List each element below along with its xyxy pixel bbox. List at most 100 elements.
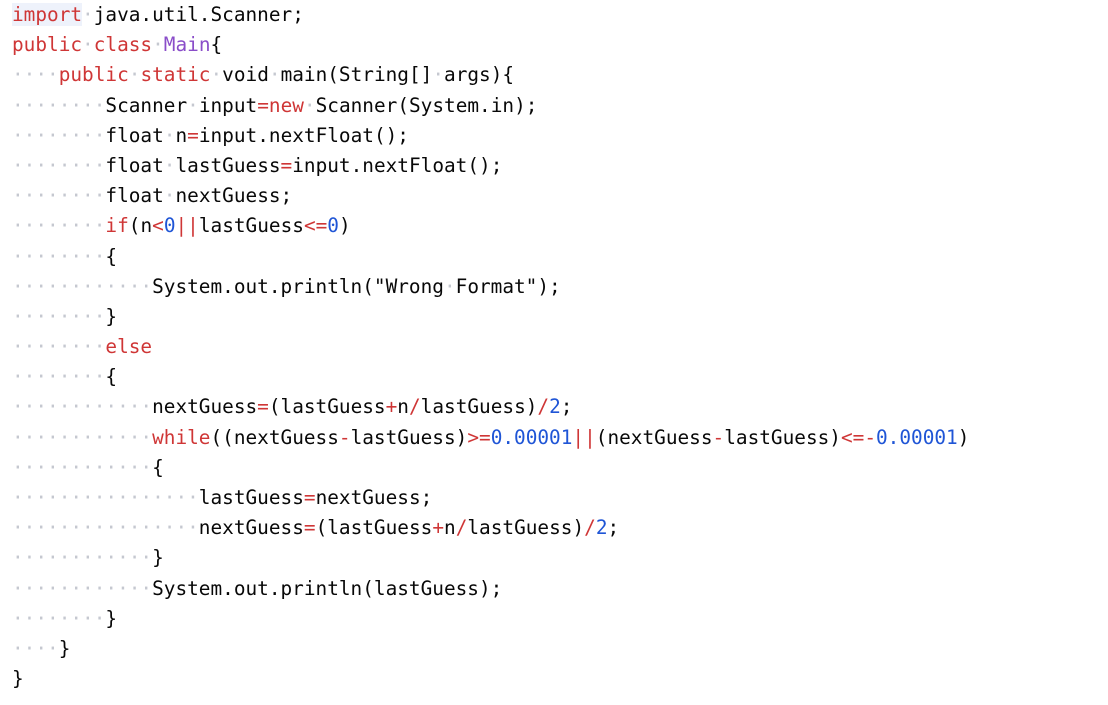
code-token: =: [280, 153, 293, 177]
code-token: System.out.println(lastGuess);: [152, 576, 503, 600]
code-token: {: [210, 33, 223, 57]
code-line[interactable]: ············}: [12, 543, 969, 573]
code-line[interactable]: ········float·nextGuess;: [12, 181, 969, 211]
code-line[interactable]: ········float·lastGuess=input.nextFloat(…: [12, 151, 969, 181]
code-token: ·: [152, 33, 164, 57]
code-token: (lastGuess: [268, 395, 386, 419]
code-token: /: [455, 516, 468, 540]
code-token: float: [105, 184, 164, 208]
code-token: }: [152, 546, 164, 570]
indent-marker: ············: [12, 395, 153, 419]
code-token: }: [12, 667, 24, 691]
code-token: ·: [163, 123, 176, 147]
code-token: input.nextFloat();: [292, 153, 503, 177]
code-token: ·: [210, 63, 223, 87]
indent-marker: ········: [12, 335, 106, 359]
code-token: java.util.Scanner;: [93, 3, 304, 26]
code-token: ||: [572, 425, 596, 449]
code-token: n: [175, 123, 188, 147]
code-line[interactable]: ············System.out.println("Wrong·Fo…: [12, 272, 969, 302]
code-token: (n: [128, 214, 153, 238]
code-line[interactable]: ········{: [12, 362, 969, 392]
code-token: +: [385, 395, 398, 419]
code-token: 0: [163, 214, 176, 238]
code-token: <=-: [840, 425, 876, 449]
code-token: }: [58, 636, 71, 660]
code-token: lastGuess: [175, 153, 281, 177]
indent-marker: ········: [12, 214, 106, 238]
code-token: }: [105, 606, 118, 630]
code-token: (nextGuess: [595, 425, 713, 449]
code-token: /: [537, 395, 550, 419]
code-token: ;: [560, 395, 573, 419]
code-line[interactable]: ········}: [12, 302, 969, 332]
code-token: new: [268, 93, 304, 117]
indent-marker: ····: [12, 63, 59, 87]
code-token: ;: [607, 516, 620, 540]
code-token: =: [257, 395, 269, 419]
code-token: Format");: [455, 274, 561, 298]
code-line[interactable]: ········Scanner·input=new·Scanner(System…: [12, 91, 969, 121]
code-token: if: [105, 214, 129, 238]
code-line[interactable]: ········else: [12, 332, 969, 362]
code-line[interactable]: ············while((nextGuess-lastGuess)>…: [12, 423, 969, 453]
code-token: nextGuess: [152, 395, 258, 419]
indent-marker: ············: [12, 425, 153, 449]
code-line[interactable]: ············{: [12, 453, 969, 483]
code-token: ·: [443, 274, 456, 298]
code-token: {: [105, 365, 118, 389]
code-token: (lastGuess: [315, 516, 433, 540]
code-token: }: [105, 304, 118, 328]
code-line[interactable]: import·java.util.Scanner;: [12, 0, 969, 30]
code-token: =: [303, 516, 316, 540]
indent-marker: ········: [12, 123, 106, 147]
code-line[interactable]: ········float·n=input.nextFloat();: [12, 121, 969, 151]
indent-marker: ············: [12, 546, 153, 570]
code-token: Main: [163, 33, 211, 57]
code-line[interactable]: ············nextGuess=(lastGuess+n/lastG…: [12, 392, 969, 422]
code-token: ·: [82, 33, 94, 57]
code-token: ·: [163, 153, 176, 177]
code-line[interactable]: ········if(n<0||lastGuess<=0): [12, 211, 969, 241]
code-token: {: [105, 244, 118, 268]
code-line[interactable]: ············System.out.println(lastGuess…: [12, 574, 969, 604]
code-token: nextGuess;: [175, 184, 293, 208]
code-editor[interactable]: import·java.util.Scanner; public·class·Ma…: [0, 0, 1108, 705]
code-token: =: [303, 486, 316, 509]
code-token: lastGuess: [198, 214, 304, 238]
code-token: nextGuess;: [315, 486, 433, 509]
code-token: ·: [82, 3, 94, 26]
code-token: lastGuess): [467, 516, 585, 540]
code-line[interactable]: ········{: [12, 242, 969, 272]
code-token: 2: [595, 516, 608, 540]
code-line[interactable]: }: [12, 664, 969, 694]
code-line[interactable]: ········}: [12, 604, 969, 634]
indent-marker: ············: [12, 274, 153, 298]
indent-marker: ········: [12, 153, 106, 177]
code-token: input.nextFloat();: [198, 123, 409, 147]
code-token: ·: [268, 63, 281, 87]
code-token: 2: [549, 395, 561, 419]
indent-marker: ········: [12, 365, 106, 389]
code-token: 0.00001: [490, 425, 573, 449]
code-token: void: [222, 63, 269, 87]
code-token: -: [338, 425, 351, 449]
code-token: lastGuess: [198, 486, 304, 509]
code-token: >=: [467, 425, 491, 449]
code-token: ((nextGuess: [210, 425, 339, 449]
indent-marker: ········: [12, 606, 106, 630]
code-token: /: [408, 395, 421, 419]
indent-marker: ············: [12, 576, 153, 600]
code-line[interactable]: ················nextGuess=(lastGuess+n/l…: [12, 513, 969, 543]
code-token: float: [105, 153, 164, 177]
code-line[interactable]: ················lastGuess=nextGuess;: [12, 483, 969, 513]
code-token: 0.00001: [876, 425, 958, 449]
code-area[interactable]: import·java.util.Scanner; public·class·Ma…: [12, 0, 969, 694]
code-token: ·: [128, 63, 141, 87]
code-token: ·: [187, 93, 199, 117]
code-line[interactable]: ····public·static·void·main(String[]·arg…: [12, 60, 969, 90]
code-line[interactable]: public·class·Main{: [12, 30, 969, 60]
code-line[interactable]: ····}: [12, 634, 969, 664]
indent-marker: ········: [12, 244, 106, 268]
code-token: System.out.println("Wrong: [152, 274, 444, 298]
